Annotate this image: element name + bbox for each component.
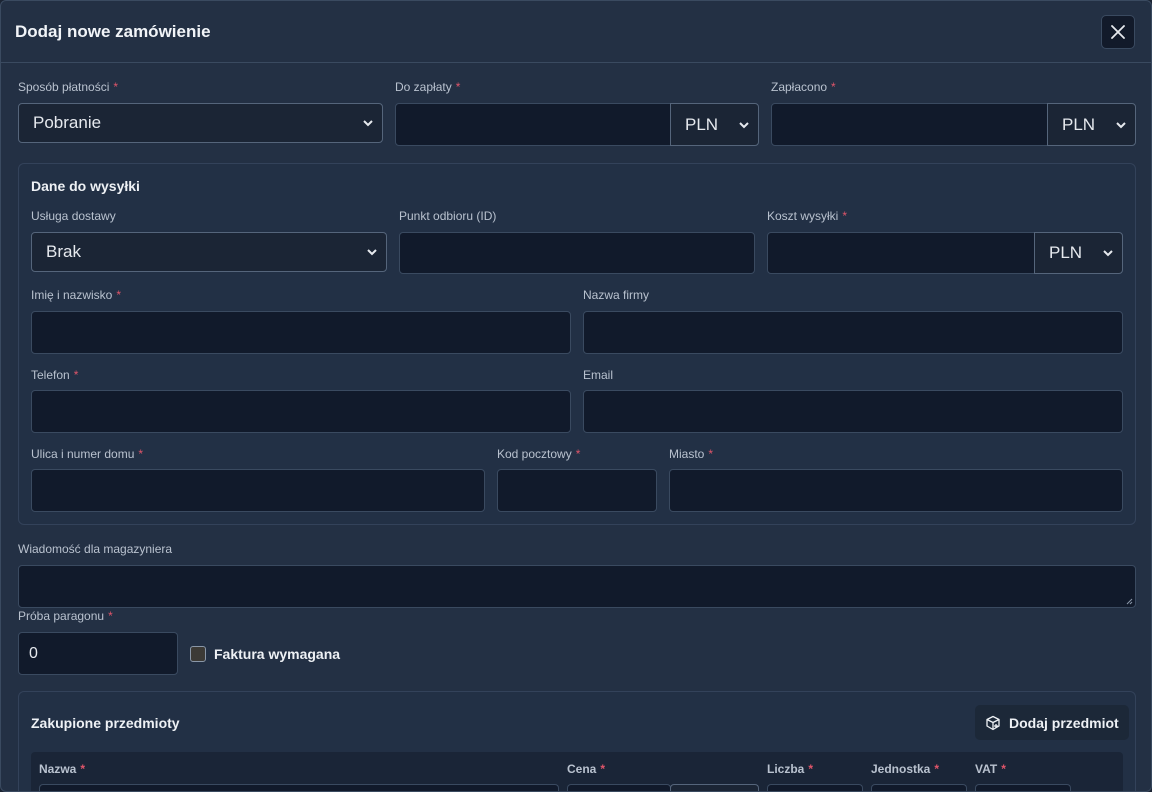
to-pay-label: Do zapłaty * [395,80,461,94]
column-quantity: Liczba * [767,762,814,776]
receipt-value: 0 [29,644,38,662]
column-name: Nazwa * [39,762,86,776]
items-section: Zakupione przedmioty Dodaj przedmiot Naz… [18,691,1136,791]
modal-header: Dodaj nowe zamówienie [1,1,1151,63]
phone-label: Telefon * [31,368,79,382]
chevron-down-icon [367,249,377,256]
chevron-down-icon [363,120,373,127]
receipt-input[interactable]: 0 [18,632,178,675]
warehouse-message-label: Wiadomość dla magazyniera [18,542,173,556]
postal-code-label: Kod pocztowy * [497,447,581,461]
shipping-cost-currency-value: PLN [1049,243,1083,262]
receipt-label: Próba paragonu * [18,609,113,623]
add-item-button[interactable]: Dodaj przedmiot [975,705,1129,740]
street-label: Ulica i numer domu * [31,447,144,461]
email-input[interactable] [583,390,1123,433]
modal-body: Sposób płatności * Pobranie Do zapłaty * P… [1,63,1151,791]
invoice-required-checkbox[interactable] [190,646,206,662]
city-label: Miasto * [669,447,714,461]
resize-handle-icon[interactable] [1125,597,1133,605]
chevron-down-icon [739,121,749,128]
paid-currency-value: PLN [1062,114,1096,134]
street-input[interactable] [31,469,485,512]
delivery-service-value: Brak [46,242,81,261]
chevron-down-icon [1103,250,1113,257]
item-quantity-input[interactable] [767,784,863,791]
full-name-input[interactable] [31,311,571,354]
company-name-input[interactable] [583,311,1123,354]
item-price-input[interactable] [567,784,671,791]
modal-title: Dodaj nowe zamówienie [15,21,211,41]
delivery-service-label: Usługa dostawy [31,209,116,223]
paid-currency-select[interactable]: PLN [1047,103,1136,146]
column-vat: VAT * [975,762,1006,776]
column-price: Cena * [567,762,606,776]
delivery-service-select[interactable]: Brak [31,232,387,272]
city-input[interactable] [669,469,1123,512]
pickup-point-input[interactable] [399,232,755,274]
column-unit: Jednostka * [871,762,940,776]
full-name-label: Imię i nazwisko * [31,288,122,302]
shipping-section: Dane do wysyłki Usługa dostawy Brak Punk… [18,163,1136,525]
item-unit-input[interactable] [871,784,967,791]
item-price-currency-select[interactable] [670,784,759,791]
chevron-down-icon [1116,121,1126,128]
to-pay-input[interactable] [395,103,671,146]
items-table-header: Nazwa * Cena * Liczba * Jednostka * VAT * [31,752,1123,791]
invoice-required-label[interactable]: Faktura wymagana [214,646,340,662]
paid-label: Zapłacono * [771,80,836,94]
shipping-cost-currency-select[interactable]: PLN [1034,232,1123,274]
shipping-cost-input[interactable] [767,232,1035,274]
postal-code-input[interactable] [497,469,657,512]
phone-input[interactable] [31,390,571,433]
shipping-title: Dane do wysyłki [31,178,140,194]
payment-method-value: Pobranie [33,113,102,132]
payment-method-label: Sposób płatności * [18,80,119,94]
add-item-label: Dodaj przedmiot [1009,714,1119,731]
to-pay-currency-value: PLN [685,114,719,134]
items-title: Zakupione przedmioty [31,715,180,731]
close-icon [1111,24,1125,39]
company-name-label: Nazwa firmy [583,288,650,302]
item-vat-input[interactable] [975,784,1071,791]
package-plus-icon [986,715,1000,730]
shipping-cost-label: Koszt wysyłki * [767,209,848,223]
to-pay-currency-select[interactable]: PLN [670,103,759,146]
payment-method-select[interactable]: Pobranie [18,103,383,143]
item-name-input[interactable] [39,784,559,791]
pickup-point-label: Punkt odbioru (ID) [399,209,497,223]
email-label: Email [583,368,614,382]
paid-input[interactable] [771,103,1048,146]
warehouse-message-textarea[interactable] [18,565,1136,608]
close-button[interactable] [1101,14,1135,49]
add-order-modal: Dodaj nowe zamówienie Sposób płatności * … [0,0,1152,792]
